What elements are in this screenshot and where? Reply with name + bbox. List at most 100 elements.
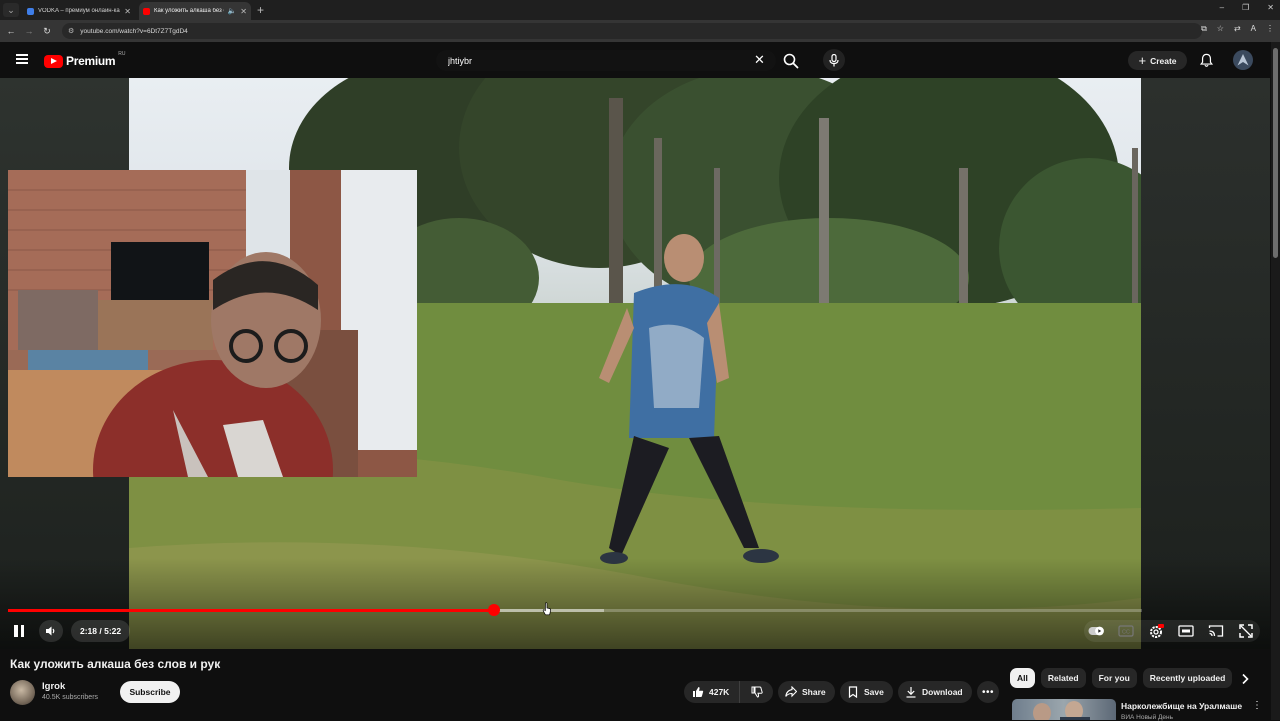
window-controls: – ❐ ✕ (1220, 3, 1274, 12)
tab-favicon-icon (27, 7, 34, 15)
progress-bar[interactable] (8, 609, 1142, 612)
thumbs-up-icon (693, 687, 704, 697)
extensions-icon[interactable]: ⇄ (1234, 24, 1241, 34)
tab-favicon-icon (143, 7, 150, 15)
cast-icon[interactable] (1208, 623, 1224, 639)
chip-related[interactable]: Related (1040, 668, 1086, 688)
chip-recently-uploaded[interactable]: Recently uploaded (1142, 668, 1233, 688)
chevron-right-icon[interactable] (1238, 672, 1252, 686)
volume-icon (46, 626, 55, 636)
notifications-bell-icon[interactable] (1199, 53, 1214, 68)
tab-title: VODKA – премиум онлайн-ка... (38, 8, 121, 14)
progress-played (8, 609, 495, 612)
channel-name[interactable]: Igrok (42, 681, 65, 692)
volume-button[interactable] (39, 620, 63, 642)
create-label: Create (1150, 55, 1177, 66)
chip-all[interactable]: All (1010, 668, 1035, 688)
share-icon (785, 686, 797, 698)
tab-title: Как уложить алкаша без с... (154, 8, 224, 14)
restore-icon[interactable]: ❐ (1242, 3, 1249, 12)
bookmark-star-icon[interactable]: ☆ (1217, 24, 1224, 34)
clear-search-icon[interactable]: ✕ (754, 52, 765, 68)
svg-text:CC: CC (1122, 630, 1130, 636)
browser-tab-vodka[interactable]: VODKA – премиум онлайн-ка... ✕ (23, 2, 135, 20)
save-button[interactable]: Save (840, 681, 893, 703)
toolbar-actions: ⧉ ☆ ⇄ A ⋮ (1201, 24, 1274, 34)
create-button[interactable]: + Create (1128, 51, 1187, 70)
open-in-app-icon[interactable]: ⧉ (1201, 24, 1207, 34)
recommendation-title[interactable]: Нарколежбище на Уралмаше (1121, 701, 1246, 711)
like-dislike-group: 427K (684, 681, 773, 703)
more-horizontal-icon: ••• (981, 686, 994, 698)
download-label: Download (922, 687, 963, 697)
webcam-room-illustration (8, 170, 417, 477)
profile-icon[interactable]: A (1251, 24, 1256, 34)
youtube-premium-logo[interactable]: Premium RU (44, 51, 126, 68)
share-label: Share (802, 687, 826, 697)
like-count: 427K (709, 687, 730, 697)
minimize-icon[interactable]: – (1220, 3, 1224, 12)
address-bar[interactable]: ⚙ youtube.com/watch?v=6Dt7Z7TgdD4 (62, 23, 1202, 39)
fullscreen-icon[interactable] (1238, 623, 1254, 639)
new-tab-button[interactable]: + (257, 3, 264, 17)
subtitles-icon[interactable]: CC (1118, 623, 1134, 639)
subscribe-button[interactable]: Subscribe (120, 681, 180, 703)
logo-text: Premium (66, 54, 116, 68)
forward-icon[interactable]: → (20, 26, 38, 36)
reload-icon[interactable]: ↻ (38, 26, 56, 37)
webcam-overlay (8, 170, 417, 477)
video-player[interactable]: 2:18 / 5:22 CC (0, 78, 1270, 649)
plus-icon: + (1138, 52, 1147, 68)
url-text: youtube.com/watch?v=6Dt7Z7TgdD4 (80, 27, 188, 35)
more-actions-button[interactable]: ••• (977, 681, 999, 703)
browser-menu-icon[interactable]: ⋮ (1266, 24, 1274, 34)
like-button[interactable]: 427K (684, 681, 740, 703)
microphone-icon (829, 53, 839, 66)
progress-scrubber[interactable] (488, 604, 501, 616)
pause-button[interactable] (12, 624, 26, 638)
account-avatar[interactable] (1233, 50, 1253, 70)
recommendation-thumbnail[interactable] (1012, 699, 1116, 720)
player-controls: 2:18 / 5:22 CC (0, 620, 1270, 644)
tab-search-button[interactable]: ⌄ (3, 3, 19, 17)
video-title: Как уложить алкаша без слов и рук (10, 657, 221, 671)
site-info-icon[interactable]: ⚙ (68, 27, 74, 35)
search-input[interactable] (448, 55, 776, 66)
download-icon (906, 687, 916, 698)
autoplay-toggle-icon[interactable] (1088, 623, 1104, 639)
hand-cursor-icon (542, 602, 552, 616)
browser-tab-youtube[interactable]: Как уложить алкаша без с... 🔈 ✕ (139, 2, 251, 20)
youtube-play-icon (44, 54, 63, 68)
youtube-header: Premium RU ✕ + Create (0, 42, 1280, 78)
page-scrollbar[interactable] (1271, 42, 1280, 720)
avatar-image-icon (1237, 54, 1249, 66)
tab-audio-icon[interactable]: 🔈 (228, 7, 237, 15)
kebab-menu-icon[interactable]: ⋮ (1252, 701, 1262, 711)
hamburger-menu-icon[interactable] (16, 54, 28, 64)
close-window-icon[interactable]: ✕ (1267, 3, 1274, 12)
back-icon[interactable]: ← (2, 26, 20, 36)
channel-avatar[interactable] (10, 680, 35, 705)
save-label: Save (864, 687, 884, 697)
download-button[interactable]: Download (898, 681, 972, 703)
search-icon[interactable] (783, 53, 799, 69)
tab-close-icon[interactable]: ✕ (240, 7, 247, 16)
browser-toolbar: ← → ↻ ⚙ youtube.com/watch?v=6Dt7Z7TgdD4 … (0, 20, 1280, 42)
time-display[interactable]: 2:18 / 5:22 (71, 620, 131, 642)
right-controls-pill (1084, 620, 1260, 642)
time-text: 2:18 / 5:22 (80, 626, 122, 636)
search-box (436, 50, 776, 71)
share-button[interactable]: Share (778, 681, 835, 703)
dislike-button[interactable] (741, 681, 773, 703)
filter-chips: All Related For you Recently uploaded (1010, 668, 1233, 690)
chip-for-you[interactable]: For you (1091, 668, 1137, 688)
player-right-controls: CC (1084, 620, 1260, 642)
miniplayer-icon[interactable] (1178, 623, 1194, 639)
subscriber-count: 40.5K subscribers (42, 694, 99, 701)
thumbs-down-icon (751, 686, 763, 698)
scrollbar-thumb[interactable] (1273, 48, 1278, 258)
browser-tabstrip: ⌄ VODKA – премиум онлайн-ка... ✕ Как уло… (0, 0, 1280, 20)
voice-search-button[interactable] (823, 49, 845, 71)
settings-gear-icon[interactable] (1148, 623, 1164, 639)
tab-close-icon[interactable]: ✕ (124, 7, 131, 16)
